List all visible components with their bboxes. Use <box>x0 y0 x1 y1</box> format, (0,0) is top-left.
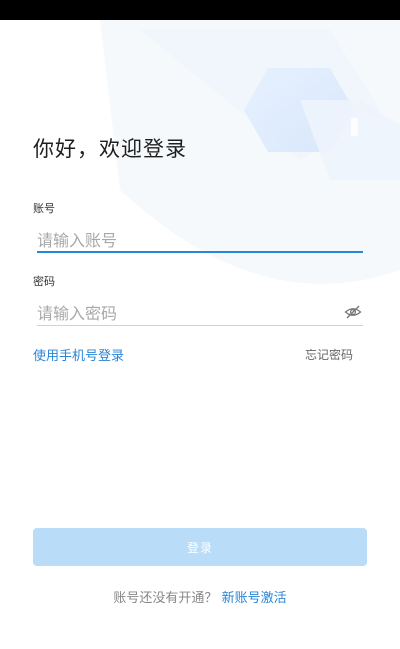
account-label: 账号 <box>33 202 55 215</box>
password-label: 密码 <box>33 275 55 288</box>
login-button-label: 登录 <box>186 540 213 555</box>
account-underline <box>37 251 363 253</box>
eye-hidden-icon[interactable] <box>344 304 362 320</box>
phone-login-link[interactable]: 使用手机号登录 <box>33 345 124 364</box>
activate-account-link[interactable]: 新账号激活 <box>222 591 287 606</box>
password-input[interactable] <box>37 298 337 328</box>
password-underline <box>37 325 363 326</box>
forgot-password-link[interactable]: 忘记密码 <box>305 346 353 363</box>
status-bar <box>0 0 400 20</box>
page-title: 你好，欢迎登录 <box>33 137 187 161</box>
activation-row: 账号还没有开通？ 新账号激活 <box>0 587 400 606</box>
login-button[interactable]: 登录 <box>33 528 367 566</box>
activation-question: 账号还没有开通？ <box>113 591 218 606</box>
